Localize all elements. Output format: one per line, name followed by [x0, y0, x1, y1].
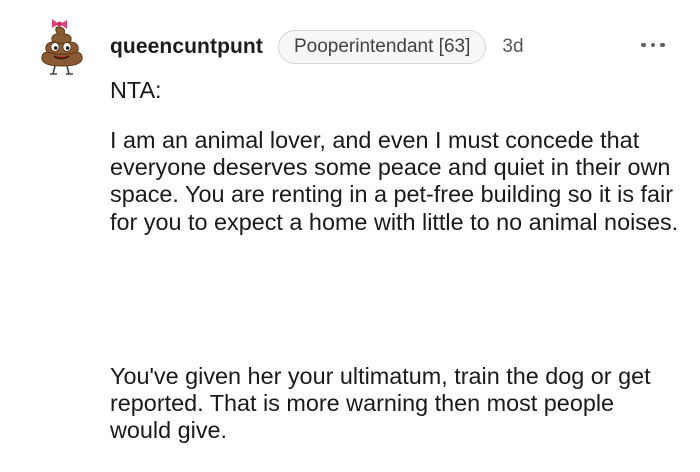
comment-paragraph: NTA: [110, 77, 162, 103]
more-options-icon-dot [650, 42, 656, 48]
comment-paragraph: You've given her your ultimatum, train t… [110, 363, 651, 444]
username-link[interactable]: queencuntpunt [110, 35, 263, 59]
user-flair-badge: Pooperintendant [63] [277, 30, 487, 64]
more-options-icon [641, 42, 646, 48]
avatar[interactable] [36, 14, 88, 78]
poop-emoji-avatar-icon [41, 19, 83, 75]
comment-timestamp[interactable]: 3d [502, 36, 523, 58]
more-options-icon-dot [660, 42, 665, 48]
comment-header: queencuntpunt Pooperintendant [63] 3d [110, 30, 524, 64]
more-options-button[interactable] [641, 38, 665, 52]
comment-paragraph: I am an animal lover, and even I must co… [110, 127, 679, 235]
comment: queencuntpunt Pooperintendant [63] 3d NT… [0, 0, 700, 472]
